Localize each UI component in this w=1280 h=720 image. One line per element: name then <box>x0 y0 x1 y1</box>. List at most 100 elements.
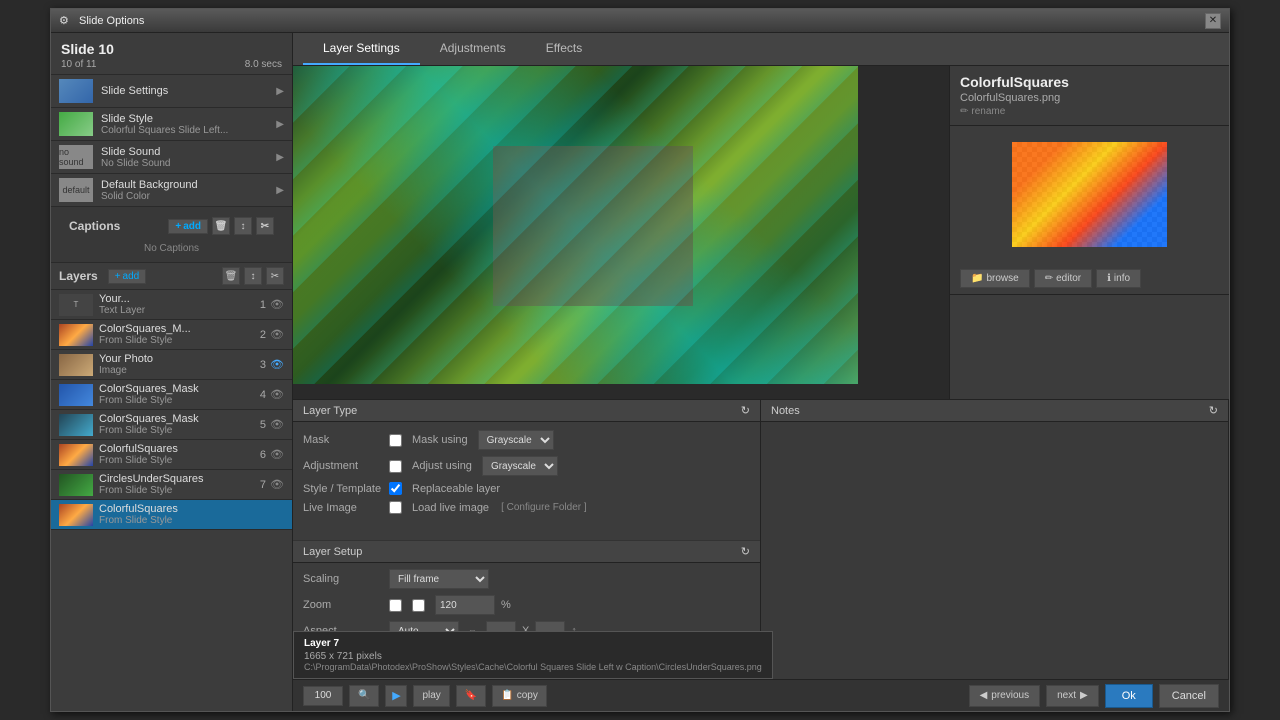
bookmark-button[interactable]: 🔖 <box>456 685 486 707</box>
layer-visibility-1[interactable]: 👁 <box>270 298 284 311</box>
dialog-icon: ⚙ <box>59 14 73 28</box>
canvas-pattern <box>293 66 858 384</box>
slide-sound-item[interactable]: no sound Slide Sound No Slide Sound ▶ <box>51 141 292 174</box>
zoom-checkbox-1[interactable] <box>389 599 402 612</box>
info-panel: ColorfulSquares ColorfulSquares.png ✏ re… <box>949 66 1229 399</box>
scaling-dropdown[interactable]: Fill frame <box>389 569 489 589</box>
bottom-bar: 🔍 ▶ play 🔖 📋 copy ◀ previous next ▶ <box>293 679 1229 711</box>
settings-info-2: Slide Style Colorful Squares Slide Left.… <box>101 113 276 136</box>
layer-info-1: Your... Text Layer <box>99 293 260 316</box>
browse-button[interactable]: 📁 browse <box>960 269 1030 288</box>
zoom-checkbox-2[interactable] <box>412 599 425 612</box>
notes-refresh-icon: ↻ <box>1209 404 1218 417</box>
delete-layer-button[interactable]: 🗑 <box>222 267 240 285</box>
layer-name-6: ColorfulSquares <box>99 443 260 455</box>
live-image-checkbox[interactable] <box>389 501 402 514</box>
layer-visibility-6[interactable]: 👁 <box>270 448 284 461</box>
info-button[interactable]: ℹ info <box>1096 269 1141 288</box>
tab-layer-settings[interactable]: Layer Settings <box>303 33 420 65</box>
layers-toolbar: Layers + add 🗑 ↕ ✂ <box>51 263 292 290</box>
notes-title: Notes <box>771 405 800 417</box>
settings-name: Slide Settings <box>101 85 276 97</box>
selected-layer-filename: ColorfulSquares.png <box>960 92 1219 104</box>
settings-style-name: Slide Style <box>101 113 276 125</box>
pencil-icon: ✏ <box>960 106 968 117</box>
previous-button[interactable]: ◀ previous <box>969 685 1041 707</box>
layer-num-7: 7 <box>260 479 266 491</box>
layer-visibility-5[interactable]: 👁 <box>270 418 284 431</box>
adjustment-checkbox[interactable] <box>389 460 402 473</box>
layer-info-8: ColorfulSquares From Slide Style <box>99 503 284 526</box>
dialog-title: Slide Options <box>79 15 1205 27</box>
layer-visibility-7[interactable]: 👁 <box>270 478 284 491</box>
layer-item-4[interactable]: ColorSquares_Mask From Slide Style 4 👁 <box>51 380 292 410</box>
layer-num-6: 6 <box>260 449 266 461</box>
slide-style-item[interactable]: Slide Style Colorful Squares Slide Left.… <box>51 108 292 141</box>
play-button[interactable]: ▶ <box>385 685 407 707</box>
layer-options-button[interactable]: ✂ <box>266 267 284 285</box>
next-label: next <box>1057 690 1076 701</box>
live-image-label: Live Image <box>303 502 383 514</box>
ok-button[interactable]: Ok <box>1105 684 1153 708</box>
cancel-button[interactable]: Cancel <box>1159 684 1219 708</box>
slide-settings-thumb <box>59 79 93 103</box>
layer-visibility-4[interactable]: 👁 <box>270 388 284 401</box>
tab-effects[interactable]: Effects <box>526 33 602 65</box>
delete-caption-button[interactable]: 🗑 <box>212 217 230 235</box>
layer-sub-7: From Slide Style <box>99 485 260 496</box>
default-bg-item[interactable]: default Default Background Solid Color ▶ <box>51 174 292 207</box>
layer-item-8[interactable]: ColorfulSquares From Slide Style <box>51 500 292 530</box>
layer-info-7: CirclesUnderSquares From Slide Style <box>99 473 260 496</box>
copy-button[interactable]: 📋 copy <box>492 685 547 707</box>
settings-info: Slide Settings <box>101 85 276 97</box>
zoom-level-input[interactable] <box>303 686 343 706</box>
layer-name-4: ColorSquares_Mask <box>99 383 260 395</box>
zoom-percent: % <box>501 599 511 611</box>
mask-checkbox[interactable] <box>389 434 402 447</box>
layer-type-body: Mask Mask using Grayscale Adjustment Adj… <box>293 422 760 540</box>
layer-preview-bg <box>1012 142 1167 247</box>
action-buttons: 📁 browse ✏ editor ℹ info <box>950 263 1229 295</box>
previous-label: previous <box>991 690 1029 701</box>
mask-dropdown[interactable]: Grayscale <box>478 430 554 450</box>
rename-link[interactable]: ✏ rename <box>960 106 1219 117</box>
layer-item-6[interactable]: ColorfulSquares From Slide Style 6 👁 <box>51 440 292 470</box>
right-panel: Layer Settings Adjustments Effects <box>293 33 1229 711</box>
move-layer-button[interactable]: ↕ <box>244 267 262 285</box>
add-caption-button[interactable]: + add <box>168 219 208 234</box>
layer-setup-title: Layer Setup <box>303 546 362 558</box>
caption-options-button[interactable]: ✂ <box>256 217 274 235</box>
search-button[interactable]: 🔍 <box>349 685 379 707</box>
layer-thumb-8 <box>59 504 93 526</box>
replaceable-checkbox[interactable] <box>389 482 402 495</box>
layer-num-4: 4 <box>260 389 266 401</box>
layer-info-5: ColorSquares_Mask From Slide Style <box>99 413 260 436</box>
play-label-btn[interactable]: play <box>413 685 449 707</box>
close-button[interactable]: ✕ <box>1205 13 1221 29</box>
layer-visibility-3[interactable]: 👁 <box>270 358 284 371</box>
adjust-dropdown[interactable]: Grayscale <box>482 456 558 476</box>
move-caption-button[interactable]: ↕ <box>234 217 252 235</box>
add-layer-button[interactable]: + add <box>108 269 147 284</box>
adjustment-row: Adjustment Adjust using Grayscale <box>303 456 750 476</box>
tab-adjustments[interactable]: Adjustments <box>420 33 526 65</box>
layer-item-2[interactable]: ColorSquares_M... From Slide Style 2 👁 <box>51 320 292 350</box>
layer-type-header: Layer Type ↻ <box>293 400 760 422</box>
layer-visibility-2[interactable]: 👁 <box>270 328 284 341</box>
layer-item-7[interactable]: CirclesUnderSquares From Slide Style 7 👁 <box>51 470 292 500</box>
layer-num-2: 2 <box>260 329 266 341</box>
layer-num-5: 5 <box>260 419 266 431</box>
settings-info-4: Default Background Solid Color <box>101 179 276 202</box>
zoom-input[interactable] <box>435 595 495 615</box>
slide-canvas <box>293 66 858 384</box>
layer-name-5: ColorSquares_Mask <box>99 413 260 425</box>
editor-button[interactable]: ✏ editor <box>1034 269 1092 288</box>
layer-info-header: ColorfulSquares ColorfulSquares.png ✏ re… <box>950 66 1229 126</box>
layer-item-1[interactable]: T Your... Text Layer 1 👁 <box>51 290 292 320</box>
layer-item-5[interactable]: ColorSquares_Mask From Slide Style 5 👁 <box>51 410 292 440</box>
copy-label: copy <box>517 690 538 701</box>
configure-folder-link[interactable]: [ Configure Folder ] <box>501 502 587 513</box>
layer-item-3[interactable]: Your Photo Image 3 👁 <box>51 350 292 380</box>
next-button[interactable]: next ▶ <box>1046 685 1099 707</box>
slide-settings-item[interactable]: Slide Settings ▶ <box>51 75 292 108</box>
